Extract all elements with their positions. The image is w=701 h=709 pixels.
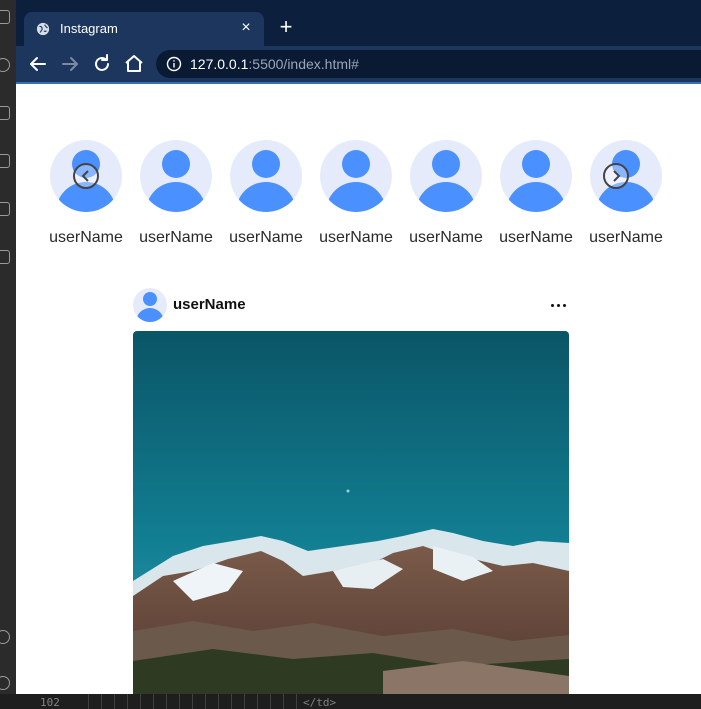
code-text: </td> (303, 696, 337, 709)
post-image[interactable] (133, 331, 569, 694)
feed-post: userName (133, 288, 569, 694)
instagram-page: userName userName userName userName user… (16, 84, 701, 694)
story-username: userName (49, 229, 123, 246)
story-item[interactable]: userName (498, 140, 574, 247)
url-path: :5500/index.html# (248, 56, 359, 72)
chevron-left-icon (81, 170, 89, 182)
stories-carousel: userName userName userName userName user… (48, 140, 668, 250)
browser-toolbar: 127.0.0.1:5500/index.html# (16, 46, 701, 82)
home-icon[interactable] (122, 52, 146, 76)
story-username: userName (229, 229, 303, 246)
url-text[interactable]: 127.0.0.1:5500/index.html# (190, 56, 359, 72)
files-icon[interactable] (0, 10, 10, 24)
tab-title: Instagram (60, 21, 118, 36)
tab-instagram[interactable]: Instagram × (24, 12, 264, 46)
story-username: userName (589, 229, 663, 246)
story-username: userName (409, 229, 483, 246)
story-item[interactable]: userName (588, 140, 664, 247)
remote-icon[interactable] (0, 250, 10, 264)
info-icon[interactable] (166, 56, 182, 72)
globe-icon (36, 22, 50, 36)
line-number: 102 (40, 696, 60, 709)
story-avatar (140, 140, 212, 212)
forward-icon[interactable] (58, 52, 82, 76)
plus-icon[interactable]: + (274, 16, 298, 40)
back-icon[interactable] (26, 52, 50, 76)
story-username: userName (499, 229, 573, 246)
close-icon[interactable]: × (236, 18, 256, 38)
editor-code-line: 102 </td> (0, 694, 701, 709)
story-item[interactable]: userName (408, 140, 484, 247)
url-host: 127.0.0.1 (190, 56, 249, 72)
post-header: userName (133, 288, 569, 332)
address-bar[interactable]: 127.0.0.1:5500/index.html# (156, 50, 701, 78)
story-avatar (500, 140, 572, 212)
carousel-next-button[interactable] (603, 163, 629, 189)
mountain-photo (133, 331, 569, 694)
account-icon[interactable] (0, 630, 10, 644)
indent-guides (88, 694, 298, 709)
story-item[interactable]: userName (228, 140, 304, 247)
story-username: userName (139, 229, 213, 246)
tab-strip: Instagram × + (16, 0, 701, 46)
chevron-right-icon (613, 170, 621, 182)
story-avatar (230, 140, 302, 212)
story-avatar (410, 140, 482, 212)
reload-icon[interactable] (90, 52, 114, 76)
run-icon[interactable] (0, 154, 10, 168)
story-username: userName (319, 229, 393, 246)
post-avatar[interactable] (133, 288, 167, 322)
extensions-icon[interactable] (0, 202, 10, 216)
story-item[interactable]: userName (138, 140, 214, 247)
screen: Instagram × + 127.0.0.1:5500/index.html#… (0, 0, 701, 709)
carousel-prev-button[interactable] (73, 163, 99, 189)
story-avatar (320, 140, 392, 212)
browser-window: Instagram × + 127.0.0.1:5500/index.html#… (16, 0, 701, 694)
source-control-icon[interactable] (0, 106, 10, 120)
search-icon[interactable] (0, 58, 10, 72)
editor-activity-bar (0, 0, 16, 709)
post-username[interactable]: userName (173, 296, 246, 313)
story-item[interactable]: userName (318, 140, 394, 247)
more-horizontal-icon[interactable] (549, 298, 569, 312)
story-item[interactable]: userName (48, 140, 124, 247)
settings-gear-icon[interactable] (0, 676, 10, 690)
